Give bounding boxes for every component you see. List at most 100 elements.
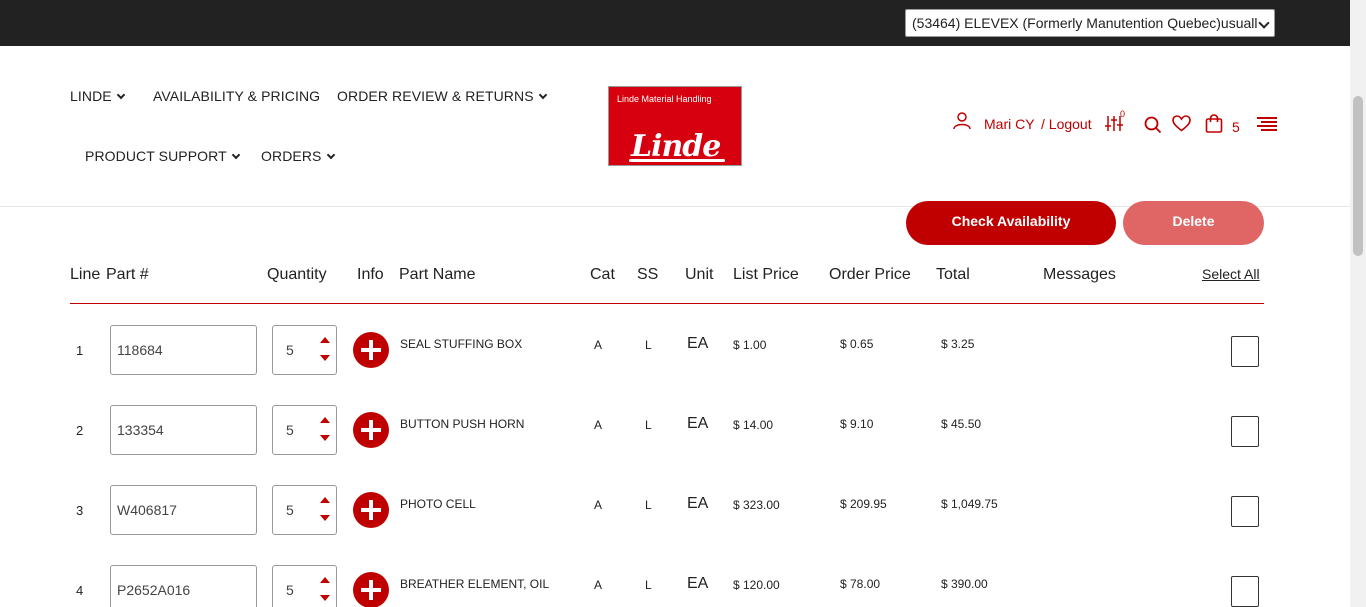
user-icon[interactable] bbox=[953, 112, 973, 130]
unit-value: EA bbox=[687, 575, 709, 592]
nav-order-review-label: ORDER REVIEW & RETURNS bbox=[337, 88, 534, 104]
stepper-down-icon[interactable] bbox=[320, 435, 330, 441]
line-total: $ 45.50 bbox=[941, 417, 982, 431]
compare-count: 0 bbox=[1120, 109, 1126, 119]
cart-icon[interactable] bbox=[1205, 114, 1223, 133]
row-line-number: 2 bbox=[76, 423, 84, 438]
unit-value: EA bbox=[687, 335, 709, 352]
row-select-checkbox[interactable] bbox=[1231, 416, 1259, 447]
part-number-input[interactable]: W406817 bbox=[110, 485, 257, 535]
info-plus-icon[interactable] bbox=[353, 492, 389, 528]
select-all-link[interactable]: Select All bbox=[1202, 266, 1260, 282]
stepper-up-icon[interactable] bbox=[320, 577, 330, 583]
ss-value: L bbox=[645, 498, 652, 512]
chevron-down-icon bbox=[538, 90, 547, 100]
quantity-value: 5 bbox=[286, 582, 294, 598]
stepper-down-icon[interactable] bbox=[320, 515, 330, 521]
list-price: $ 323.00 bbox=[733, 498, 780, 512]
user-name: Mari CY bbox=[984, 116, 1035, 132]
line-total: $ 3.25 bbox=[941, 337, 975, 351]
list-price: $ 120.00 bbox=[733, 578, 780, 592]
stepper-up-icon[interactable] bbox=[320, 337, 330, 343]
quantity-stepper[interactable]: 5 bbox=[272, 565, 337, 607]
cat-value: A bbox=[594, 418, 603, 432]
row-line-number: 4 bbox=[76, 583, 84, 598]
stepper-up-icon[interactable] bbox=[320, 417, 330, 423]
part-name: BUTTON PUSH HORN bbox=[400, 417, 525, 431]
order-price: $ 78.00 bbox=[840, 577, 881, 591]
logout-label: / Logout bbox=[1041, 116, 1092, 132]
column-header-info: Info bbox=[357, 266, 384, 283]
nav-availability-label: AVAILABILITY & PRICING bbox=[153, 88, 321, 104]
row-select-checkbox[interactable] bbox=[1231, 576, 1259, 607]
check-availability-button[interactable]: Check Availability bbox=[906, 201, 1116, 245]
nav-linde[interactable]: LINDE bbox=[70, 88, 125, 104]
quantity-value: 5 bbox=[286, 342, 294, 358]
row-select-checkbox[interactable] bbox=[1231, 336, 1259, 367]
nav-availability-pricing[interactable]: AVAILABILITY & PRICING bbox=[153, 88, 320, 104]
cart-count: 5 bbox=[1232, 119, 1240, 135]
nav-orders[interactable]: ORDERS bbox=[261, 148, 335, 164]
info-plus-icon[interactable] bbox=[353, 572, 389, 607]
account-select-value: (53464) ELEVEX (Formerly Manutention Que… bbox=[912, 15, 1258, 31]
top-bar: (53464) ELEVEX (Formerly Manutention Que… bbox=[0, 0, 1350, 46]
stepper-down-icon[interactable] bbox=[320, 595, 330, 601]
line-total: $ 390.00 bbox=[941, 577, 988, 591]
row-select-checkbox[interactable] bbox=[1231, 496, 1259, 527]
column-header-messages: Messages bbox=[1043, 266, 1116, 283]
order-price: $ 9.10 bbox=[840, 417, 874, 431]
heart-icon[interactable] bbox=[1172, 115, 1191, 132]
column-header-quantity: Quantity bbox=[267, 266, 327, 283]
stepper-up-icon[interactable] bbox=[320, 497, 330, 503]
column-header-total: Total bbox=[936, 266, 970, 283]
chevron-down-icon bbox=[326, 150, 335, 160]
table-row: 4 P2652A016 5 BREATHER ELEMENT, OIL A L … bbox=[0, 565, 1350, 607]
ss-value: L bbox=[645, 578, 652, 592]
part-number-input[interactable]: P2652A016 bbox=[110, 565, 257, 607]
list-price: $ 1.00 bbox=[733, 338, 767, 352]
account-select[interactable]: (53464) ELEVEX (Formerly Manutention Que… bbox=[905, 9, 1275, 37]
logo-swoosh bbox=[629, 159, 725, 162]
quantity-value: 5 bbox=[286, 422, 294, 438]
ss-value: L bbox=[645, 338, 652, 352]
ss-value: L bbox=[645, 418, 652, 432]
table-header-divider bbox=[70, 303, 1264, 304]
linde-logo[interactable]: Linde Material Handling Linde bbox=[608, 86, 742, 166]
part-name: BREATHER ELEMENT, OIL bbox=[400, 577, 550, 591]
page-scrollbar[interactable] bbox=[1350, 0, 1366, 607]
nav-order-review-returns[interactable]: ORDER REVIEW & RETURNS bbox=[337, 88, 547, 104]
row-line-number: 1 bbox=[76, 343, 84, 358]
quantity-stepper[interactable]: 5 bbox=[272, 325, 337, 375]
part-number-value: 133354 bbox=[117, 422, 164, 438]
nav-product-support-label: PRODUCT SUPPORT bbox=[85, 148, 227, 164]
delete-button[interactable]: Delete bbox=[1123, 201, 1264, 245]
search-icon[interactable] bbox=[1144, 116, 1162, 134]
nav-orders-label: ORDERS bbox=[261, 148, 322, 164]
menu-icon[interactable] bbox=[1257, 116, 1277, 132]
column-header-ss: SS bbox=[637, 266, 659, 283]
chevron-down-icon bbox=[116, 90, 125, 100]
part-name: SEAL STUFFING BOX bbox=[400, 337, 523, 351]
scrollbar-thumb[interactable] bbox=[1353, 96, 1363, 256]
order-price: $ 0.65 bbox=[840, 337, 874, 351]
info-plus-icon[interactable] bbox=[353, 332, 389, 368]
quantity-stepper[interactable]: 5 bbox=[272, 405, 337, 455]
site-header: LINDE AVAILABILITY & PRICING ORDER REVIE… bbox=[0, 46, 1350, 207]
part-number-value: P2652A016 bbox=[117, 582, 191, 598]
part-number-input[interactable]: 133354 bbox=[110, 405, 257, 455]
quantity-stepper[interactable]: 5 bbox=[272, 485, 337, 535]
user-name-link[interactable]: Mari CY bbox=[984, 116, 1035, 140]
stepper-down-icon[interactable] bbox=[320, 355, 330, 361]
column-header-line: Line bbox=[70, 266, 101, 283]
row-line-number: 3 bbox=[76, 503, 84, 518]
column-header-unit: Unit bbox=[685, 266, 714, 283]
column-header-part: Part # bbox=[106, 266, 149, 283]
nav-product-support[interactable]: PRODUCT SUPPORT bbox=[85, 148, 241, 164]
logout-link[interactable]: / Logout bbox=[1041, 116, 1092, 140]
column-header-list-price: List Price bbox=[733, 266, 799, 283]
part-number-input[interactable]: 118684 bbox=[110, 325, 257, 375]
quantity-value: 5 bbox=[286, 502, 294, 518]
unit-value: EA bbox=[687, 415, 709, 432]
logo-tagline: Linde Material Handling bbox=[617, 94, 712, 104]
info-plus-icon[interactable] bbox=[353, 412, 389, 448]
